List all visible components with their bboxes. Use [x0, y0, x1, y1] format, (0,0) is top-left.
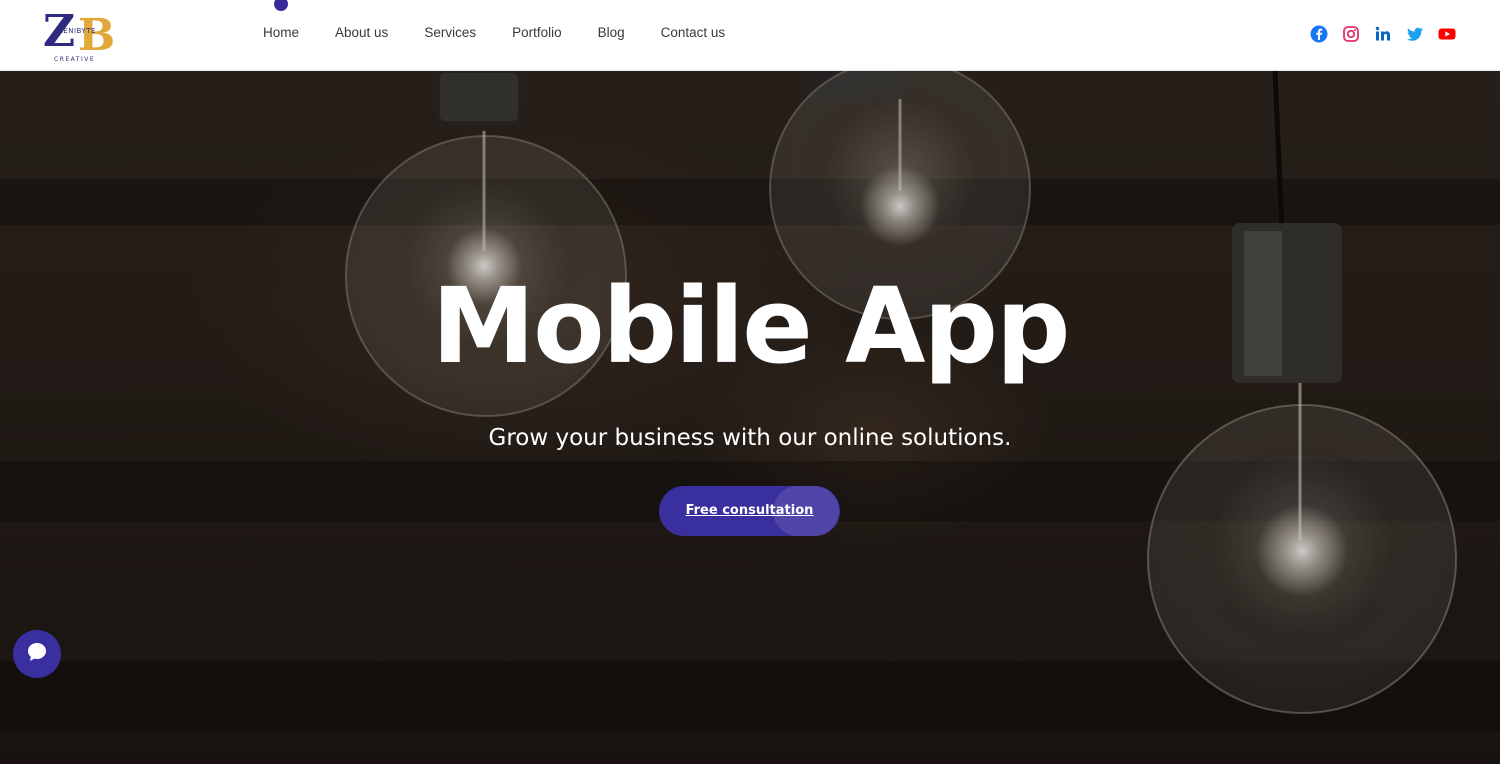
- nav-services[interactable]: Services: [424, 24, 476, 42]
- nav-contact[interactable]: Contact us: [661, 24, 726, 42]
- hero-dim-overlay: [0, 71, 1500, 764]
- hero-title: Mobile App: [431, 265, 1071, 387]
- svg-text:B: B: [78, 10, 115, 61]
- main-nav: Home About us Services Portfolio Blog Co…: [263, 0, 761, 42]
- twitter-icon[interactable]: [1406, 25, 1424, 43]
- zenibyte-logo[interactable]: Z B ZENIBYTE CREATIVE: [42, 6, 122, 64]
- linkedin-icon[interactable]: [1374, 25, 1392, 43]
- svg-text:CREATIVE: CREATIVE: [54, 56, 95, 63]
- nav-about-label: About us: [335, 25, 389, 40]
- hero-subtitle: Grow your business with our online solut…: [488, 425, 1012, 451]
- free-consultation-button[interactable]: Free consultation: [659, 486, 840, 536]
- nav-portfolio-label: Portfolio: [512, 25, 562, 40]
- active-indicator-dot: [274, 0, 288, 11]
- svg-text:ZENIBYTE: ZENIBYTE: [58, 27, 96, 35]
- youtube-icon[interactable]: [1438, 25, 1456, 43]
- nav-about[interactable]: About us: [335, 24, 388, 42]
- chat-bubble-icon: [25, 640, 49, 669]
- social-links: [1310, 25, 1456, 43]
- nav-services-label: Services: [424, 25, 477, 40]
- facebook-icon[interactable]: [1310, 25, 1328, 43]
- nav-blog[interactable]: Blog: [598, 24, 625, 42]
- nav-home-label: Home: [263, 25, 300, 40]
- nav-blog-label: Blog: [597, 25, 625, 40]
- free-consultation-label: Free consultation: [685, 503, 814, 518]
- hero-section: Mobile App Grow your business with our o…: [0, 71, 1500, 764]
- instagram-icon[interactable]: [1342, 25, 1360, 43]
- site-header: Z B ZENIBYTE CREATIVE Home About us Serv…: [0, 0, 1500, 71]
- nav-contact-label: Contact us: [660, 25, 726, 40]
- nav-portfolio[interactable]: Portfolio: [512, 24, 562, 42]
- nav-home[interactable]: Home: [263, 0, 300, 42]
- chat-widget-button[interactable]: [13, 630, 61, 678]
